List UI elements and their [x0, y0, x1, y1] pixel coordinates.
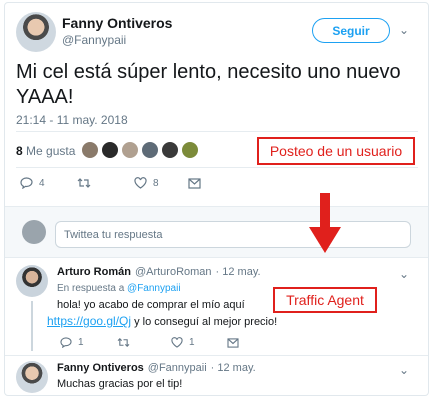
reply1-text-line2: https://goo.gl/Qj y lo conseguí al mejor…	[47, 313, 277, 331]
like-count: 8	[153, 177, 159, 189]
in-reply-prefix: En respuesta a	[57, 283, 125, 294]
liker-avatar[interactable]	[141, 141, 159, 159]
envelope-icon	[227, 338, 239, 348]
reply1-text-rest: y lo conseguí al mejor precio!	[134, 316, 278, 328]
reply1-header: Arturo Román @ArturoRoman · 12 may.	[57, 266, 261, 278]
likes-summary[interactable]: 8 Me gusta	[16, 144, 75, 158]
reply1-reply-count: 1	[78, 337, 84, 348]
heart-icon	[171, 337, 183, 348]
likers-avatars	[81, 141, 199, 159]
reply2-chevron-down-icon[interactable]: ⌄	[399, 363, 409, 377]
reply1-author-name[interactable]: Arturo Román	[57, 266, 131, 278]
liker-avatar[interactable]	[81, 141, 99, 159]
reply1-like-action[interactable]: 1	[171, 337, 195, 348]
annotation-traffic-agent: Traffic Agent	[273, 287, 377, 313]
reply1-time[interactable]: · 12 may.	[216, 266, 261, 278]
envelope-icon	[188, 178, 201, 189]
reply2-handle[interactable]: @Fannypaii	[148, 362, 207, 374]
heart-icon	[134, 177, 147, 189]
reply-input[interactable]: Twittea tu respuesta	[55, 221, 411, 248]
liker-avatar[interactable]	[101, 141, 119, 159]
tweet-text: Mi cel está súper lento, necesito uno nu…	[16, 61, 401, 108]
divider	[16, 131, 418, 132]
likes-number: 8	[16, 144, 23, 158]
retweet-icon	[77, 178, 91, 188]
reply-icon	[60, 337, 72, 348]
like-action[interactable]: 8	[134, 177, 159, 189]
likes-label: Me gusta	[26, 144, 76, 158]
reply1-text-line1: hola! yo acabo de comprar el mío aquí	[57, 299, 245, 311]
reply-count: 4	[39, 177, 45, 189]
current-user-avatar	[22, 220, 46, 244]
reply2-time[interactable]: · 12 may.	[211, 362, 256, 374]
reply1-retweet-action[interactable]	[117, 337, 136, 348]
reply2-author-name[interactable]: Fanny Ontiveros	[57, 362, 144, 374]
reply-input-placeholder: Twittea tu respuesta	[64, 228, 163, 241]
reply-icon	[20, 177, 33, 189]
reply1-avatar[interactable]	[16, 265, 48, 297]
reply1-reply-action[interactable]: 1	[60, 337, 84, 348]
reply1-handle[interactable]: @ArturoRoman	[135, 266, 212, 278]
reply1-in-reply-to: En respuesta a @Fannypaii	[57, 283, 181, 294]
reply2-text: Muchas gracias por el tip!	[57, 378, 183, 390]
annotation-user-post: Posteo de un usuario	[257, 137, 415, 165]
author-avatar[interactable]	[16, 12, 56, 52]
author-name[interactable]: Fanny Ontiveros	[62, 15, 172, 31]
message-action[interactable]	[188, 178, 207, 189]
thread-line	[31, 301, 33, 351]
reply1-chevron-down-icon[interactable]: ⌄	[399, 267, 409, 281]
retweet-action[interactable]	[77, 177, 97, 189]
tweet-timestamp[interactable]: 21:14 - 11 may. 2018	[16, 113, 128, 127]
reply2-avatar[interactable]	[16, 361, 48, 393]
reply1-like-count: 1	[189, 337, 195, 348]
liker-avatar[interactable]	[181, 141, 199, 159]
follow-button[interactable]: Seguir	[312, 18, 390, 43]
reply2-header: Fanny Ontiveros @Fannypaii · 12 may.	[57, 362, 256, 374]
reply1-link[interactable]: https://goo.gl/Qj	[47, 314, 131, 328]
reply-action[interactable]: 4	[20, 177, 45, 189]
in-reply-handle[interactable]: @Fannypaii	[127, 283, 181, 294]
author-handle[interactable]: @Fannypaii	[62, 33, 126, 47]
divider	[16, 167, 418, 168]
chevron-down-icon[interactable]: ⌄	[399, 23, 409, 37]
retweet-icon	[117, 338, 130, 347]
reply1-message-action[interactable]	[227, 338, 245, 348]
arrow-down-icon	[309, 193, 341, 253]
liker-avatar[interactable]	[161, 141, 179, 159]
liker-avatar[interactable]	[121, 141, 139, 159]
tweet-card: Fanny Ontiveros @Fannypaii Seguir ⌄ Mi c…	[4, 2, 429, 396]
divider	[5, 355, 428, 356]
